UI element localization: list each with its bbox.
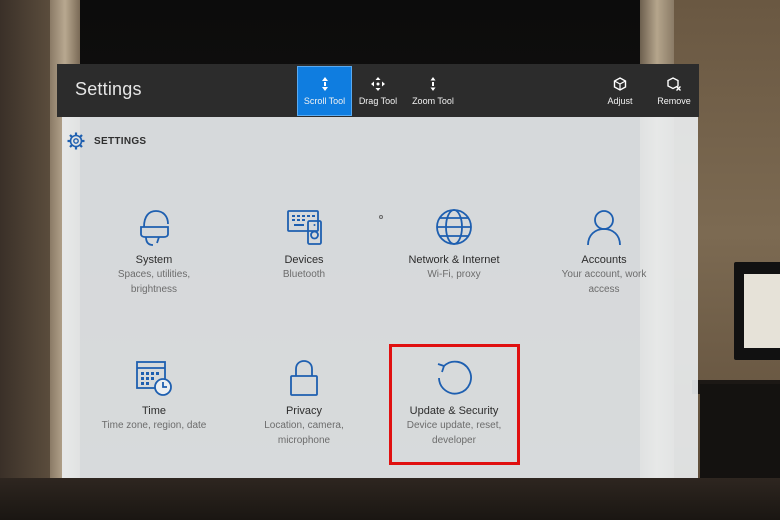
tile-system-name: System: [135, 254, 173, 266]
zoom-tool-button[interactable]: Zoom Tool: [408, 66, 458, 116]
gear-icon: [67, 132, 85, 150]
drag-tool-button[interactable]: Drag Tool: [357, 66, 399, 116]
tile-time[interactable]: Time Time zone, region, date: [89, 358, 219, 433]
zoom-tool-label: Zoom Tool: [412, 96, 454, 106]
remove-button[interactable]: Remove: [654, 66, 694, 116]
picture-frame-photo: [744, 274, 780, 348]
headset-icon: [140, 210, 169, 246]
devices-icon: [287, 210, 322, 245]
settings-panel: SETTINGS System Spaces, utilities, brigh…: [62, 117, 698, 478]
tile-network[interactable]: Network & Internet Wi-Fi, proxy: [389, 207, 519, 282]
tile-system[interactable]: System Spaces, utilities, brightness: [89, 207, 219, 297]
app-title: Settings: [75, 79, 142, 99]
move-icon: [371, 77, 385, 91]
remove-icon: [667, 77, 681, 91]
tile-system-desc-line1: Spaces, utilities,: [117, 269, 191, 280]
tile-privacy-desc-line1: Location, camera,: [264, 420, 344, 431]
drag-tool-label: Drag Tool: [358, 96, 398, 106]
tile-time-name: Time: [141, 405, 167, 417]
scroll-tool-button[interactable]: Scroll Tool: [297, 66, 352, 116]
tile-network-desc: Wi-Fi, proxy: [427, 269, 481, 280]
calendar-clock-icon: [136, 361, 172, 396]
tile-privacy-desc-line2: microphone: [277, 435, 331, 446]
settings-header: SETTINGS: [66, 131, 146, 151]
tile-system-desc-line2: brightness: [130, 284, 178, 295]
globe-icon: [436, 209, 472, 245]
adjust-icon: [613, 77, 627, 91]
remove-label: Remove: [657, 96, 691, 106]
tile-accounts-desc-line1: Your account, work: [561, 269, 647, 280]
zoom-icon: [430, 77, 436, 91]
settings-header-label: SETTINGS: [94, 135, 147, 147]
tile-time-desc: Time zone, region, date: [101, 420, 207, 431]
tile-privacy-name: Privacy: [285, 405, 323, 417]
gaze-cursor: [379, 215, 383, 219]
tile-accounts-name: Accounts: [581, 254, 627, 266]
tile-devices[interactable]: Devices Bluetooth: [239, 207, 369, 282]
tile-accounts[interactable]: Accounts Your account, work access: [539, 207, 669, 297]
highlight-box: [389, 344, 520, 465]
scroll-icon: [321, 77, 328, 91]
adjust-label: Adjust: [607, 96, 633, 106]
tile-devices-desc: Bluetooth: [282, 269, 326, 280]
scroll-tool-label: Scroll Tool: [303, 96, 346, 106]
adjust-button[interactable]: Adjust: [603, 66, 637, 116]
tile-network-name: Network & Internet: [408, 254, 500, 266]
floor: [0, 478, 780, 520]
lock-icon: [290, 360, 318, 396]
tile-devices-name: Devices: [284, 254, 324, 266]
app-titlebar: Settings Scroll Tool Drag Tool Zoom Tool…: [57, 64, 699, 117]
person-icon: [587, 210, 621, 246]
tile-privacy[interactable]: Privacy Location, camera, microphone: [239, 358, 369, 448]
tile-accounts-desc-line2: access: [588, 284, 620, 295]
